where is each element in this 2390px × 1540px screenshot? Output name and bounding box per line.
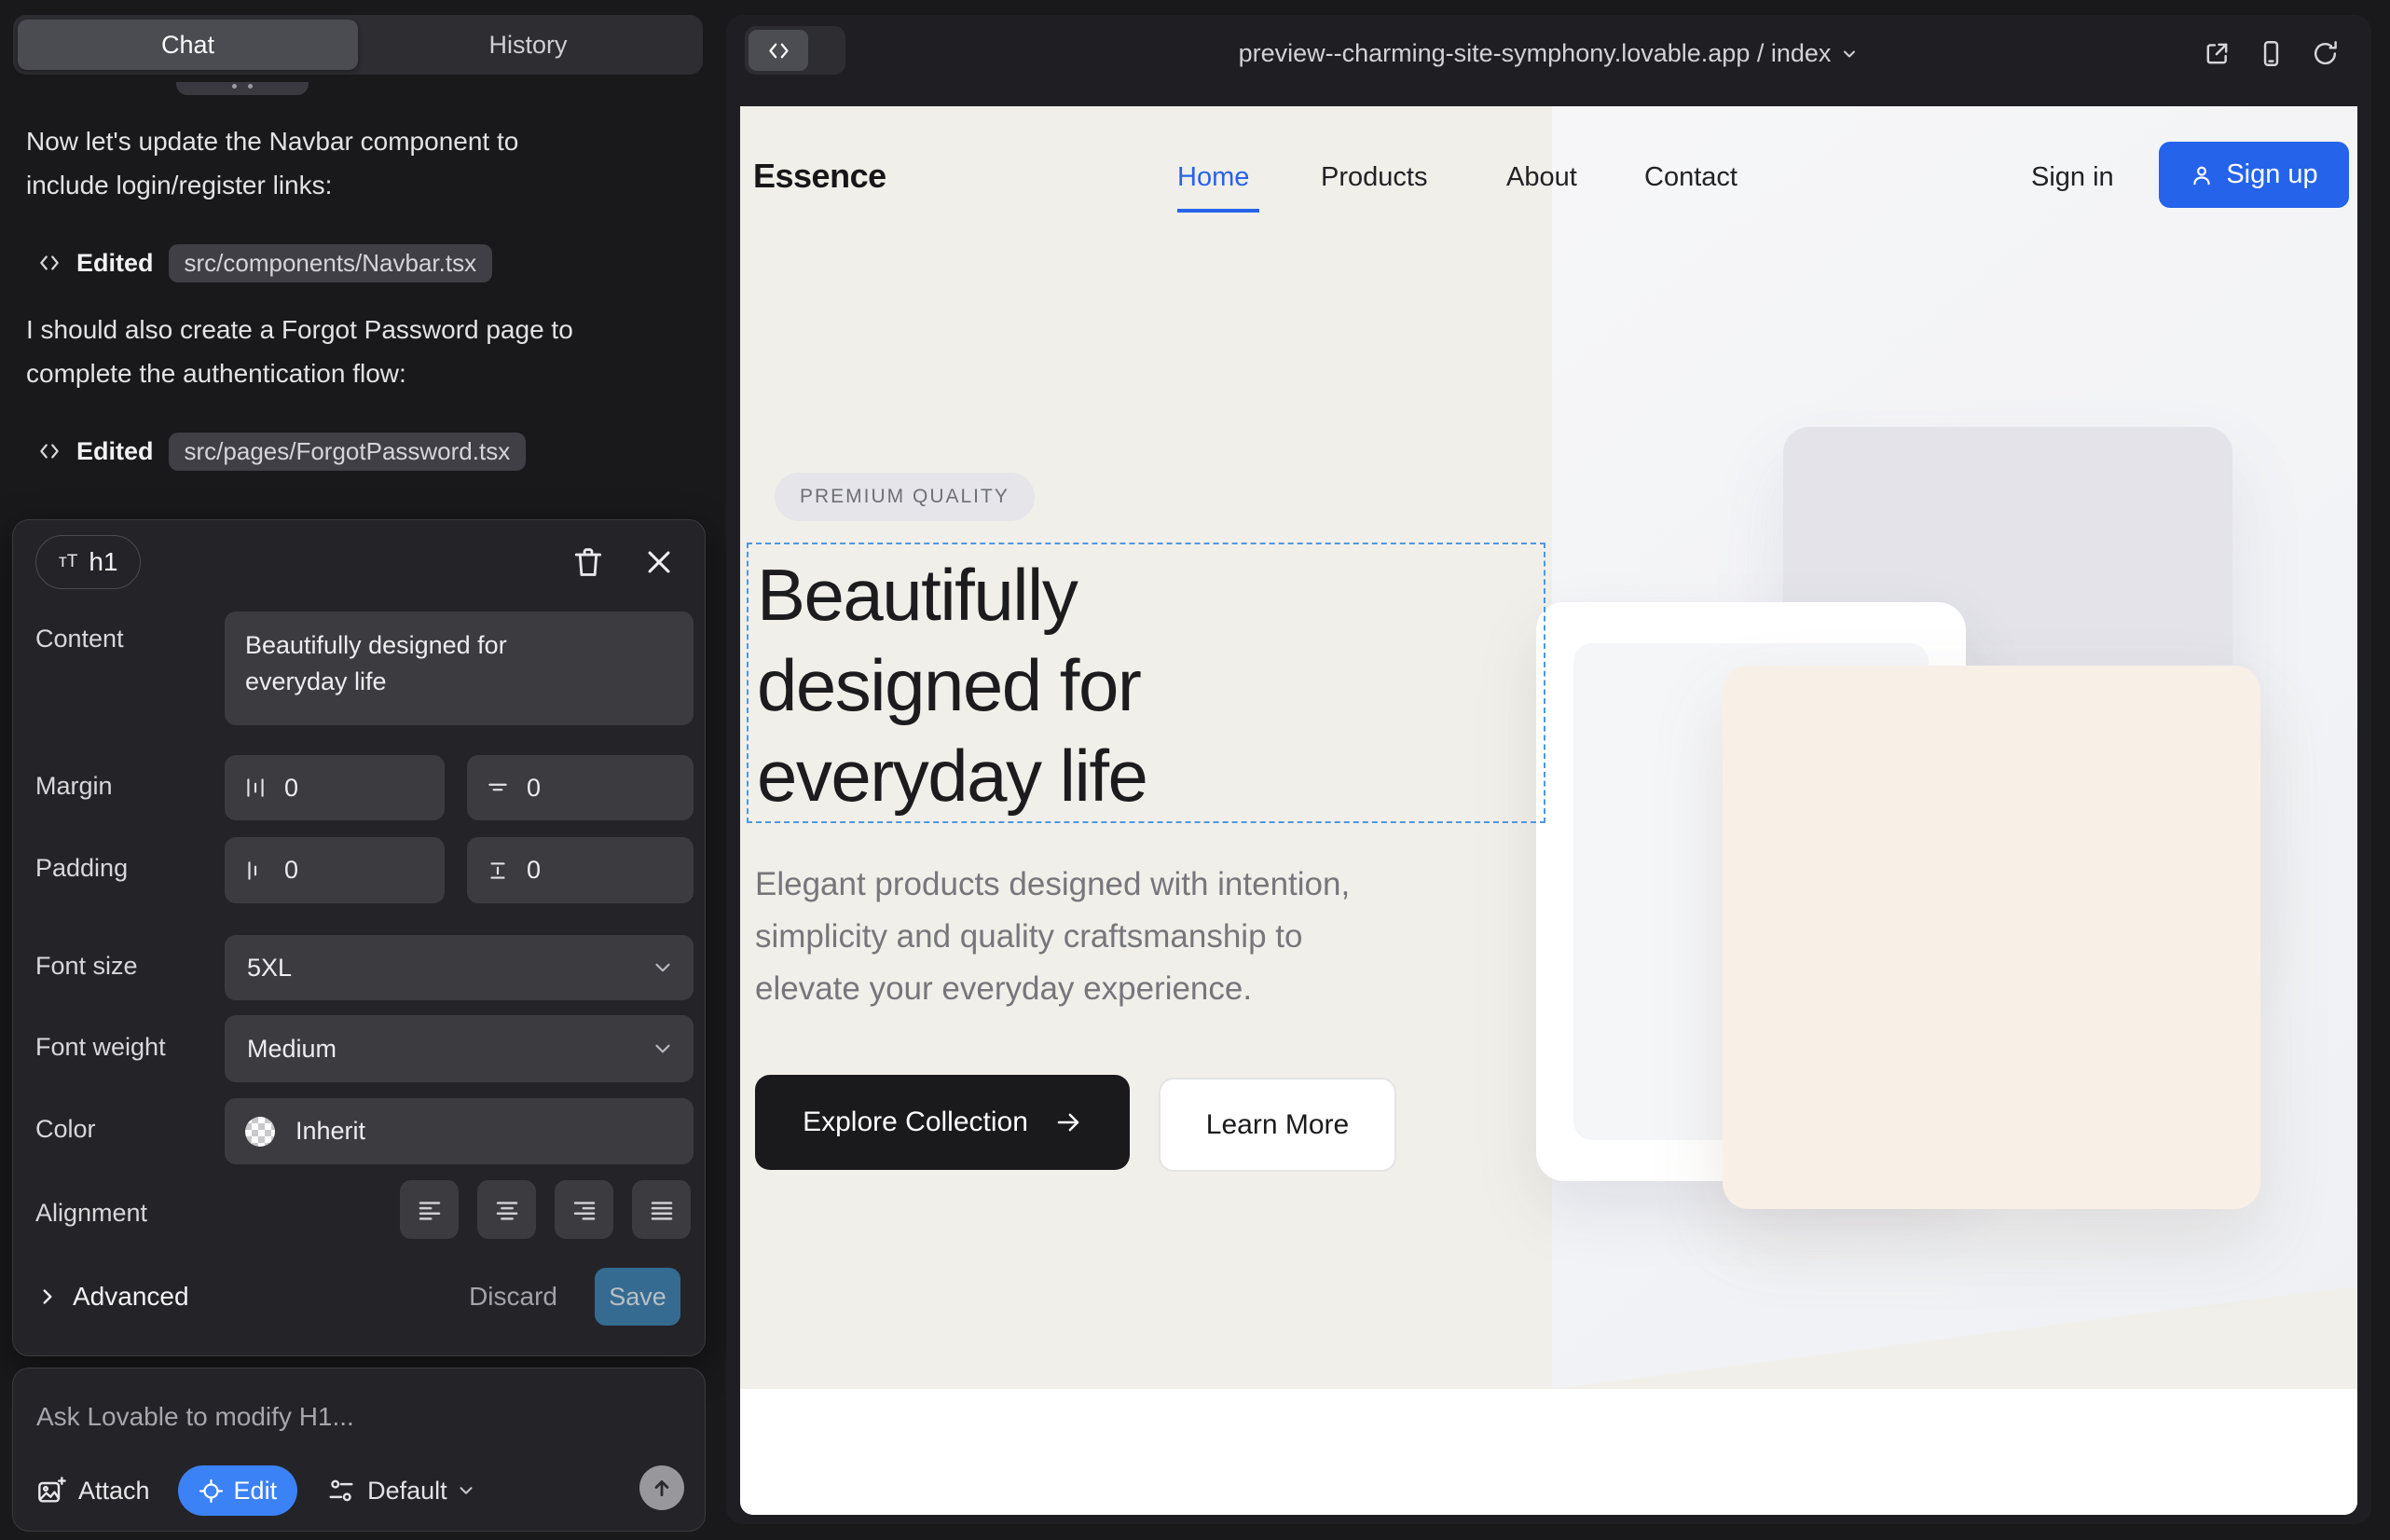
- nav-link-about[interactable]: About: [1506, 162, 1577, 193]
- chat-composer: Ask Lovable to modify H1... Attach Edit …: [12, 1368, 706, 1532]
- chevron-down-icon: [456, 1480, 476, 1501]
- margin-x-input[interactable]: 0: [225, 755, 445, 820]
- color-swatch: [245, 1117, 275, 1147]
- composer-toolbar: Attach Edit Default: [36, 1465, 476, 1516]
- panel-footer: Advanced Discard Save: [35, 1267, 680, 1327]
- url-bar[interactable]: preview--charming-site-symphony.lovable.…: [726, 39, 2371, 68]
- discard-button[interactable]: Discard: [469, 1282, 557, 1312]
- edited-label: Edited: [76, 437, 154, 466]
- hero-heading-line: Beautifully: [749, 550, 1544, 640]
- element-editor-panel: тT h1 Content Beautifully designed for e…: [12, 519, 706, 1356]
- font-size-label: Font size: [35, 952, 138, 981]
- content-label: Content: [35, 625, 124, 653]
- site-content: Essence Home Products About Contact Sign…: [740, 106, 2357, 1515]
- section-below-hero: [740, 1389, 2357, 1515]
- decorative-card-cream: [1723, 666, 2260, 1209]
- chevron-down-icon: [651, 1037, 675, 1061]
- edited-file-row: Edited src/pages/ForgotPassword.tsx: [37, 431, 526, 472]
- margin-label: Margin: [35, 772, 113, 801]
- color-select[interactable]: Inherit: [225, 1098, 694, 1164]
- font-weight-select[interactable]: Medium: [225, 1015, 694, 1082]
- code-icon: [37, 439, 62, 463]
- hero-heading-line: everyday life: [749, 731, 1544, 821]
- tab-chat[interactable]: Chat: [18, 20, 358, 70]
- arrow-right-icon: [1054, 1108, 1082, 1136]
- scrolled-chat-badge: [176, 82, 309, 95]
- edited-file-row: Edited src/components/Navbar.tsx: [37, 242, 492, 283]
- attach-button[interactable]: Attach: [78, 1477, 150, 1506]
- padding-label: Padding: [35, 854, 128, 883]
- chrome-actions: [2203, 39, 2340, 68]
- site-logo[interactable]: Essence: [753, 157, 886, 196]
- selected-h1-outline[interactable]: Beautifully designed for everyday life: [747, 543, 1545, 823]
- font-weight-label: Font weight: [35, 1033, 166, 1062]
- align-left-button[interactable]: [400, 1180, 459, 1239]
- save-button[interactable]: Save: [595, 1268, 680, 1326]
- edited-file-chip[interactable]: src/pages/ForgotPassword.tsx: [169, 433, 527, 471]
- hero-heading-line: designed for: [749, 640, 1544, 731]
- user-icon: [2190, 163, 2214, 187]
- element-tag: h1: [89, 547, 117, 577]
- nav-link-contact[interactable]: Contact: [1644, 162, 1738, 193]
- composer-input[interactable]: Ask Lovable to modify H1...: [36, 1402, 354, 1432]
- padding-x-input[interactable]: 0: [225, 837, 445, 903]
- tab-history[interactable]: History: [358, 20, 698, 70]
- explore-collection-button[interactable]: Explore Collection: [755, 1075, 1130, 1170]
- align-justify-button[interactable]: [632, 1180, 691, 1239]
- text-size-icon: тT: [59, 552, 77, 572]
- content-textarea[interactable]: Beautifully designed for everyday life: [225, 612, 694, 725]
- advanced-toggle[interactable]: Advanced: [73, 1282, 189, 1312]
- preview-pane: preview--charming-site-symphony.lovable.…: [726, 15, 2371, 1524]
- padding-vertical-icon: [486, 859, 510, 883]
- chevron-down-icon: [651, 956, 675, 980]
- padding-y-input[interactable]: 0: [467, 837, 694, 903]
- hero-paragraph: Elegant products designed with intention…: [755, 859, 1350, 1015]
- nav-link-products[interactable]: Products: [1321, 162, 1427, 193]
- send-button[interactable]: [639, 1465, 684, 1510]
- color-label: Color: [35, 1115, 96, 1144]
- alignment-buttons: [400, 1180, 691, 1239]
- signin-link[interactable]: Sign in: [2031, 162, 2114, 193]
- font-size-select[interactable]: 5XL: [225, 935, 694, 1000]
- chevron-right-icon: [35, 1285, 60, 1309]
- premium-quality-badge: PREMIUM QUALITY: [775, 473, 1035, 521]
- nav-link-home[interactable]: Home: [1177, 162, 1249, 193]
- selected-element-pill[interactable]: тT h1: [35, 535, 141, 589]
- attach-image-icon[interactable]: [36, 1476, 66, 1506]
- chevron-down-icon: [1840, 45, 1859, 63]
- sliders-icon: [327, 1477, 355, 1505]
- sidebar-tabs: Chat History: [13, 15, 703, 75]
- edited-label: Edited: [76, 249, 154, 278]
- align-right-button[interactable]: [555, 1180, 613, 1239]
- alignment-label: Alignment: [35, 1199, 147, 1228]
- app-window: Chat History Now let's update the Navbar…: [0, 0, 2390, 1540]
- margin-horizontal-icon: [243, 776, 268, 800]
- mobile-view-icon[interactable]: [2257, 39, 2286, 68]
- margin-vertical-icon: [486, 776, 510, 800]
- delete-element-button[interactable]: [570, 544, 606, 580]
- refresh-icon[interactable]: [2311, 39, 2340, 68]
- chat-message: Now let's update the Navbar component to…: [26, 119, 623, 207]
- code-icon: [37, 251, 62, 275]
- chat-message: I should also create a Forgot Password p…: [26, 308, 623, 395]
- signup-button[interactable]: Sign up: [2159, 142, 2349, 208]
- align-center-button[interactable]: [477, 1180, 536, 1239]
- learn-more-button[interactable]: Learn More: [1159, 1078, 1396, 1172]
- active-nav-underline: [1177, 209, 1259, 213]
- target-icon: [199, 1478, 224, 1504]
- close-panel-button[interactable]: [643, 546, 675, 578]
- mode-select[interactable]: Default: [367, 1477, 447, 1506]
- edited-file-chip[interactable]: src/components/Navbar.tsx: [169, 244, 493, 282]
- margin-y-input[interactable]: 0: [467, 755, 694, 820]
- edit-mode-button[interactable]: Edit: [178, 1465, 298, 1516]
- padding-horizontal-icon: [243, 859, 268, 883]
- open-external-icon[interactable]: [2203, 39, 2232, 68]
- chat-sidebar: Chat History Now let's update the Navbar…: [0, 0, 726, 1540]
